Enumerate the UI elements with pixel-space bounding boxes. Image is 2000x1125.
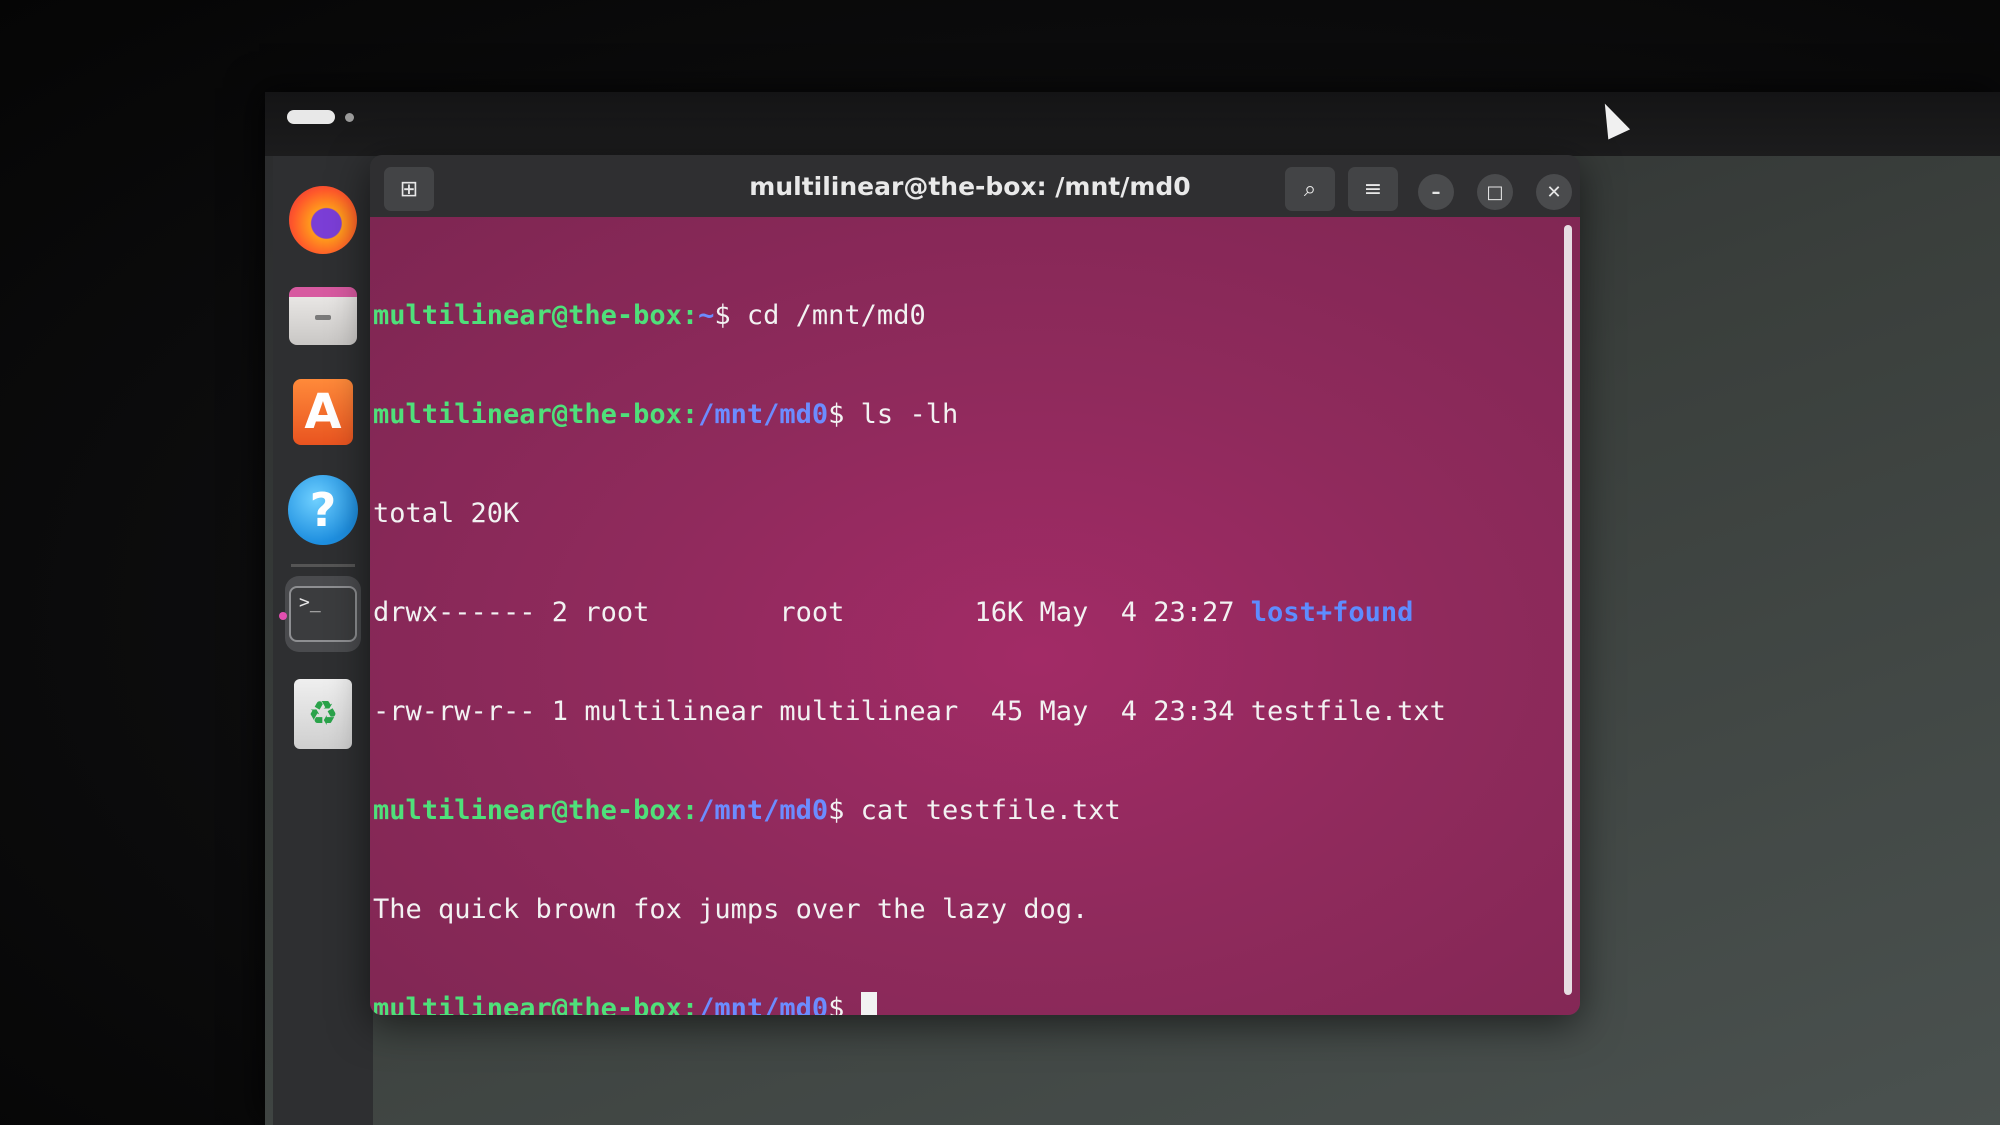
directory-name: lost+found — [1250, 597, 1414, 628]
desktop: A ? >_ ♻ ⊞ multilinear@the-box: /mnt/md0… — [265, 92, 2000, 1125]
prompt-user: multilinear@the-box: — [373, 300, 699, 331]
terminal-icon: >_ — [289, 586, 357, 642]
help-icon: ? — [288, 475, 358, 545]
output-text: total 20K — [373, 498, 520, 529]
terminal-output[interactable]: multilinear@the-box:~$ cd /mnt/md0 multi… — [370, 217, 1580, 1015]
dock-terminal[interactable]: >_ — [279, 576, 361, 652]
new-tab-button[interactable]: ⊞ — [384, 167, 434, 211]
workspace-pill — [287, 110, 335, 124]
prompt-symbol: $ — [714, 300, 747, 331]
prompt-user: multilinear@the-box: — [373, 993, 699, 1015]
command-text: cd /mnt/md0 — [746, 300, 926, 331]
top-bar — [265, 92, 2000, 156]
terminal-headerbar[interactable]: ⊞ multilinear@the-box: /mnt/md0 ⌕ ≡ – □ … — [370, 155, 1580, 217]
text-cursor — [860, 992, 877, 1015]
terminal-line: multilinear@the-box:/mnt/md0$ ls -lh — [370, 398, 1580, 431]
terminal-line: The quick brown fox jumps over the lazy … — [370, 893, 1580, 926]
output-text: drwx------ 2 root root 16K May 4 23:27 — [373, 597, 1251, 628]
app-center-icon: A — [293, 379, 353, 445]
terminal-line: total 20K — [370, 497, 1580, 530]
dock-separator — [291, 564, 355, 567]
close-icon: ✕ — [1546, 181, 1562, 203]
prompt-path: /mnt/md0 — [698, 993, 829, 1015]
firefox-icon — [289, 186, 357, 254]
maximize-button[interactable]: □ — [1477, 174, 1513, 210]
command-text: cat testfile.txt — [860, 795, 1121, 826]
search-icon: ⌕ — [1303, 176, 1317, 202]
prompt-path: /mnt/md0 — [698, 399, 829, 430]
running-indicator — [279, 612, 287, 620]
scrollbar[interactable] — [1564, 225, 1572, 995]
new-tab-icon: ⊞ — [399, 176, 419, 202]
terminal-window[interactable]: ⊞ multilinear@the-box: /mnt/md0 ⌕ ≡ – □ … — [370, 155, 1580, 1015]
dock-files[interactable] — [285, 278, 361, 354]
prompt-symbol: $ — [828, 399, 861, 430]
prompt-path: /mnt/md0 — [698, 795, 829, 826]
window-title: multilinear@the-box: /mnt/md0 — [749, 172, 1191, 201]
command-text: ls -lh — [860, 399, 959, 430]
terminal-line: -rw-rw-r-- 1 multilinear multilinear 45 … — [370, 695, 1580, 728]
dock-trash[interactable]: ♻ — [285, 676, 361, 752]
output-text: -rw-rw-r-- 1 multilinear multilinear 45 … — [373, 696, 1446, 727]
minimize-icon: – — [1431, 181, 1441, 203]
dock-help[interactable]: ? — [285, 472, 361, 548]
activities-indicator[interactable] — [287, 110, 354, 124]
output-text: The quick brown fox jumps over the lazy … — [373, 894, 1089, 925]
terminal-line: multilinear@the-box:/mnt/md0$ cat testfi… — [370, 794, 1580, 827]
prompt-symbol: $ — [828, 993, 861, 1015]
prompt-symbol: $ — [828, 795, 861, 826]
trash-icon: ♻ — [294, 679, 352, 749]
prompt-user: multilinear@the-box: — [373, 795, 699, 826]
hamburger-menu-icon: ≡ — [1363, 176, 1383, 202]
maximize-icon: □ — [1486, 181, 1504, 203]
menu-button[interactable]: ≡ — [1348, 167, 1398, 211]
search-button[interactable]: ⌕ — [1285, 167, 1335, 211]
prompt-path: ~ — [698, 300, 715, 331]
minimize-button[interactable]: – — [1418, 174, 1454, 210]
dock: A ? >_ ♻ — [273, 156, 373, 1125]
workspace-dot — [345, 112, 354, 122]
terminal-line: multilinear@the-box:/mnt/md0$ — [370, 992, 1580, 1015]
terminal-line: multilinear@the-box:~$ cd /mnt/md0 — [370, 299, 1580, 332]
files-icon — [289, 287, 357, 345]
dock-firefox[interactable] — [285, 182, 361, 258]
dock-app-center[interactable]: A — [285, 374, 361, 450]
prompt-user: multilinear@the-box: — [373, 399, 699, 430]
terminal-line: drwx------ 2 root root 16K May 4 23:27 l… — [370, 596, 1580, 629]
close-button[interactable]: ✕ — [1536, 174, 1572, 210]
